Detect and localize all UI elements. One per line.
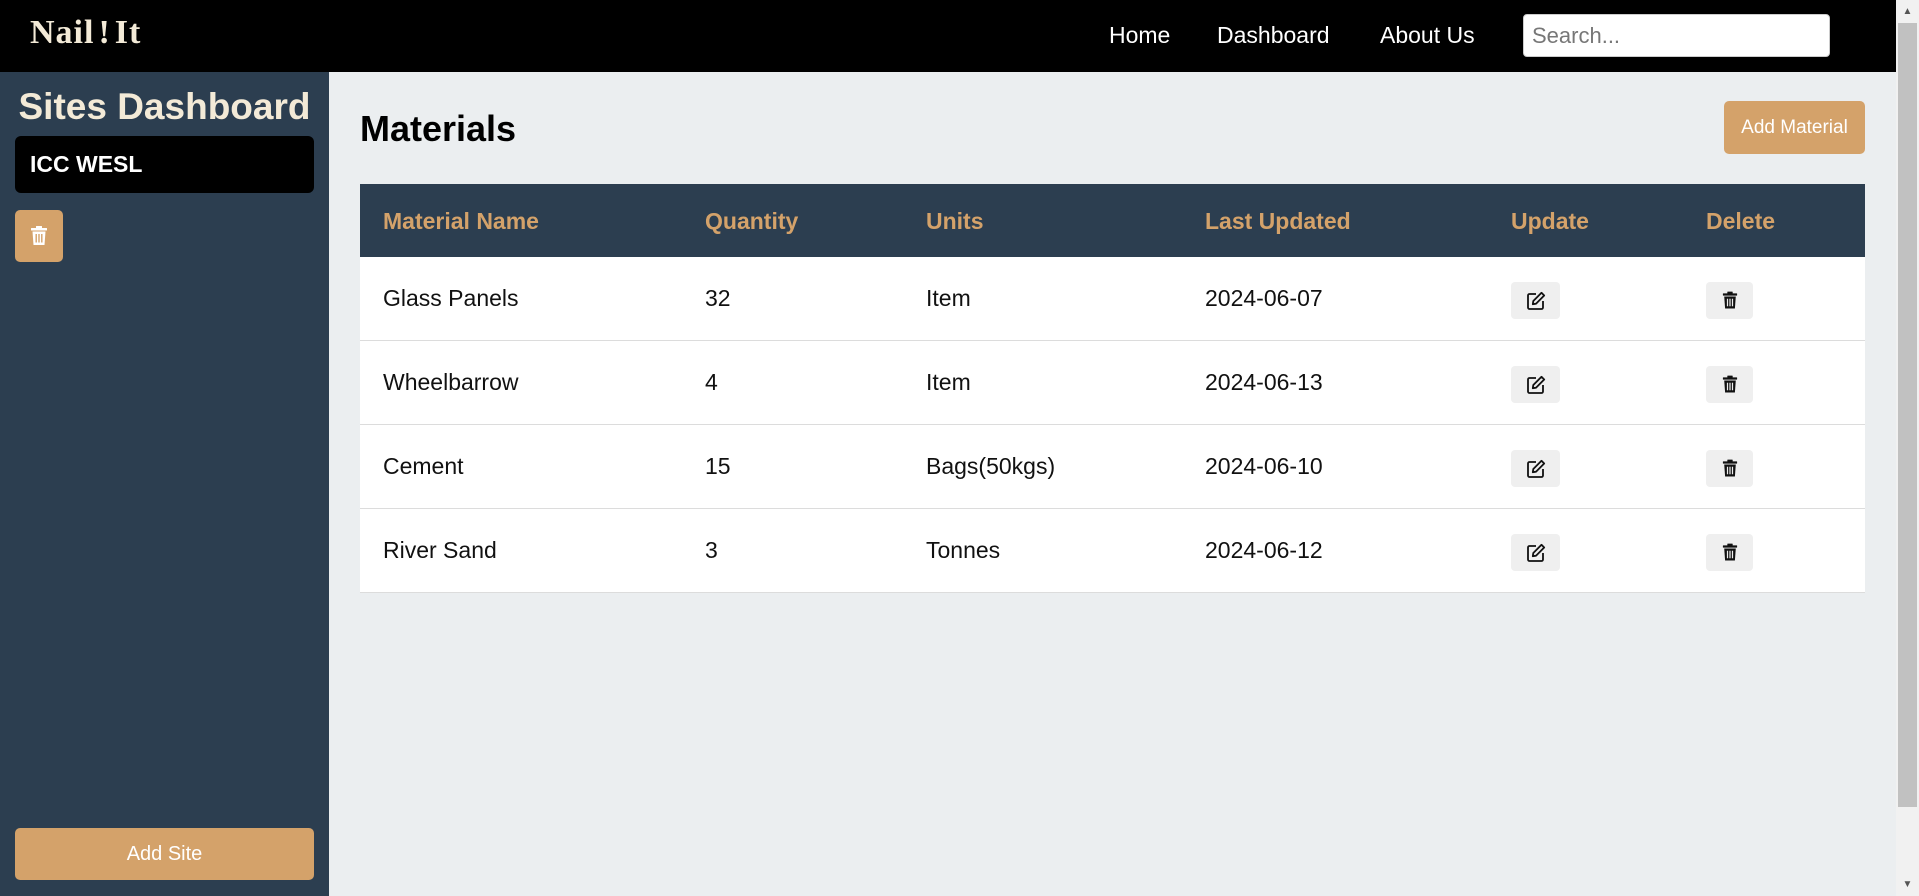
column-header-units: Units — [926, 208, 984, 234]
table-row: Glass Panels 32 Item 2024-06-07 — [360, 257, 1865, 341]
cell-material-name: Glass Panels — [383, 285, 519, 311]
cell-units: Bags(50kgs) — [926, 453, 1056, 479]
cell-last-updated: 2024-06-13 — [1205, 369, 1323, 395]
cell-quantity: 3 — [705, 537, 718, 563]
table-header: Material Name Quantity Units Last Update… — [360, 184, 1865, 257]
cell-last-updated: 2024-06-12 — [1205, 537, 1323, 563]
nav-about-link[interactable]: About Us — [1380, 22, 1475, 49]
sidebar-title: Sites Dashboard — [18, 86, 311, 127]
delete-site-button[interactable] — [15, 210, 63, 262]
nav-home-link[interactable]: Home — [1109, 22, 1170, 49]
trash-icon — [31, 226, 47, 245]
column-header-last-updated: Last Updated — [1205, 208, 1351, 234]
edit-icon — [1526, 291, 1545, 310]
cell-material-name: Cement — [383, 453, 464, 479]
delete-material-button[interactable] — [1706, 366, 1753, 403]
cell-units: Item — [926, 285, 971, 311]
cell-material-name: Wheelbarrow — [383, 369, 519, 395]
edit-material-button[interactable] — [1511, 366, 1560, 403]
vertical-scrollbar[interactable]: ▲ ▼ — [1896, 0, 1919, 896]
edit-material-button[interactable] — [1511, 534, 1560, 571]
site-item-icc-wesl[interactable]: ICC WESL — [15, 136, 314, 193]
logo-text-left: Nail — [30, 14, 95, 51]
cell-units: Item — [926, 369, 971, 395]
add-material-button[interactable]: Add Material — [1724, 101, 1865, 154]
edit-material-button[interactable] — [1511, 450, 1560, 487]
top-navbar: Nail! It Home Dashboard About Us — [0, 0, 1896, 72]
column-header-material-name: Material Name — [383, 208, 539, 234]
column-header-quantity: Quantity — [705, 208, 799, 234]
nav-dashboard-link[interactable]: Dashboard — [1217, 22, 1330, 49]
trash-icon — [1722, 291, 1737, 309]
column-header-update: Update — [1511, 208, 1589, 234]
page-title: Materials — [360, 108, 517, 149]
cell-quantity: 32 — [705, 285, 731, 311]
logo-text-right: It — [114, 14, 142, 51]
scrollbar-thumb[interactable] — [1898, 23, 1917, 807]
sidebar: Sites Dashboard ICC WESL Add Site — [0, 72, 329, 896]
add-site-button[interactable]: Add Site — [15, 828, 314, 880]
edit-icon — [1526, 459, 1545, 478]
cell-material-name: River Sand — [383, 537, 497, 563]
cell-quantity: 15 — [705, 453, 731, 479]
logo[interactable]: Nail! It — [30, 14, 141, 52]
delete-material-button[interactable] — [1706, 534, 1753, 571]
scroll-up-arrow-icon[interactable]: ▲ — [1896, 0, 1919, 23]
delete-material-button[interactable] — [1706, 450, 1753, 487]
cell-last-updated: 2024-06-10 — [1205, 453, 1323, 479]
column-header-delete: Delete — [1706, 208, 1776, 234]
edit-material-button[interactable] — [1511, 282, 1560, 319]
cell-quantity: 4 — [705, 369, 718, 395]
edit-icon — [1526, 543, 1545, 562]
search-input[interactable] — [1523, 14, 1830, 57]
scroll-down-arrow-icon[interactable]: ▼ — [1896, 873, 1919, 896]
trash-icon — [1722, 375, 1737, 393]
cell-last-updated: 2024-06-07 — [1205, 285, 1323, 311]
logo-mark: ! — [98, 14, 111, 51]
edit-icon — [1526, 375, 1545, 394]
table-row: River Sand 3 Tonnes 2024-06-12 — [360, 509, 1865, 593]
trash-icon — [1722, 459, 1737, 477]
table-row: Wheelbarrow 4 Item 2024-06-13 — [360, 341, 1865, 425]
delete-material-button[interactable] — [1706, 282, 1753, 319]
table-row: Cement 15 Bags(50kgs) 2024-06-10 — [360, 425, 1865, 509]
materials-table: Material Name Quantity Units Last Update… — [360, 184, 1865, 593]
cell-units: Tonnes — [926, 537, 1001, 563]
trash-icon — [1722, 543, 1737, 561]
